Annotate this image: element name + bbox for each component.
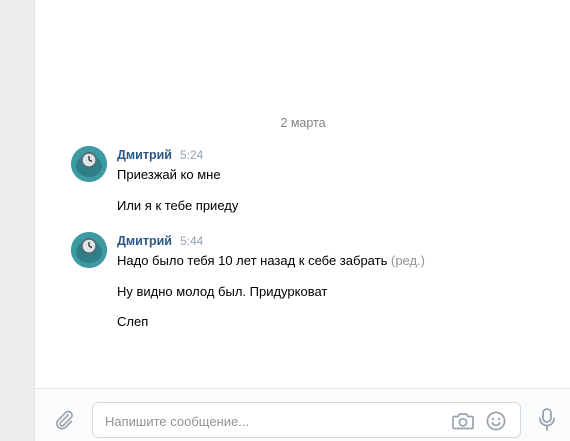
edited-mark[interactable]: (ред.) [391, 253, 425, 268]
message-history: 2 марта Дмитрий 5:24 Приезжай ко мне Или … [35, 0, 570, 388]
clock-avatar-icon [71, 232, 107, 268]
message-text: Надо было тебя 10 лет назад к себе забра… [117, 253, 426, 268]
date-separator: 2 марта [280, 116, 326, 130]
message-author[interactable]: Дмитрий [117, 148, 172, 162]
message-time[interactable]: 5:24 [180, 148, 203, 162]
paperclip-icon [56, 410, 73, 430]
clock-avatar-icon [71, 146, 107, 182]
chat-panel: 2 марта Дмитрий 5:24 Приезжай ко мне Или … [34, 0, 570, 441]
message-group: Дмитрий 5:24 Приезжай ко мне Или я к тебе… [35, 146, 570, 216]
message-text: Ну видно молод был. Придурковат [117, 284, 328, 299]
microphone-icon [539, 408, 555, 431]
message-input-box[interactable] [92, 402, 521, 438]
smile-icon [486, 411, 506, 431]
camera-button[interactable] [451, 410, 475, 432]
message-text: Или я к тебе приеду [117, 198, 239, 213]
message-author[interactable]: Дмитрий [117, 234, 172, 248]
message-text: Слеп [117, 314, 149, 329]
voice-message-button[interactable] [537, 407, 557, 433]
message-text: Приезжай ко мне [117, 167, 221, 182]
message-group: Дмитрий 5:44 Надо было тебя 10 лет назад … [35, 232, 570, 332]
author-avatar[interactable] [71, 232, 107, 268]
emoji-button[interactable] [485, 410, 507, 432]
message-input[interactable] [105, 412, 435, 430]
message-composer [35, 388, 570, 441]
camera-icon [452, 413, 474, 430]
author-avatar[interactable] [71, 146, 107, 182]
message-time[interactable]: 5:44 [180, 234, 203, 248]
attach-button[interactable] [53, 409, 75, 431]
